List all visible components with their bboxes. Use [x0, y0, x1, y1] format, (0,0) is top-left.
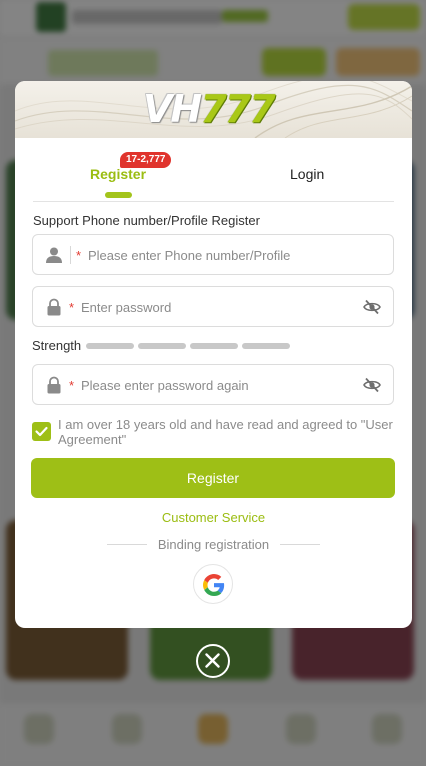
- divider-line: [280, 544, 320, 545]
- active-tab-indicator: [105, 192, 132, 198]
- tab-register[interactable]: Register: [90, 166, 146, 182]
- eye-off-icon[interactable]: [363, 298, 381, 316]
- phone-input[interactable]: [88, 245, 378, 265]
- vh777-logo: VH777: [143, 87, 276, 131]
- strength-segment: [242, 343, 290, 349]
- register-submit-button[interactable]: Register: [31, 458, 395, 498]
- password-field[interactable]: *: [32, 286, 394, 327]
- confirm-password-field[interactable]: *: [32, 364, 394, 405]
- strength-segment: [190, 343, 238, 349]
- password-strength-label: Strength: [32, 338, 82, 353]
- required-mark: *: [69, 378, 75, 393]
- required-mark: *: [69, 300, 75, 315]
- google-login-button[interactable]: [193, 564, 233, 604]
- check-icon: [35, 426, 48, 437]
- auth-tabs: Register 17-2,777 Login: [33, 138, 394, 202]
- close-modal-button[interactable]: [196, 644, 230, 678]
- strength-segment: [138, 343, 186, 349]
- input-divider: [70, 246, 71, 264]
- required-mark: *: [76, 248, 82, 263]
- binding-registration-label: Binding registration: [157, 537, 270, 552]
- customer-service-link[interactable]: Customer Service: [15, 510, 412, 525]
- google-icon: [203, 574, 225, 596]
- register-modal: VH777 Register 17-2,777 Login Support Ph…: [15, 81, 412, 628]
- tab-login[interactable]: Login: [290, 166, 324, 182]
- phone-field[interactable]: *: [32, 234, 394, 275]
- modal-banner: VH777: [15, 81, 412, 138]
- password-input[interactable]: [81, 297, 351, 317]
- strength-segment: [86, 343, 134, 349]
- close-icon: [205, 653, 220, 668]
- agreement-text[interactable]: I am over 18 years old and have read and…: [58, 417, 394, 447]
- eye-off-icon[interactable]: [363, 376, 381, 394]
- agreement-checkbox[interactable]: [32, 422, 51, 441]
- user-icon: [46, 247, 62, 263]
- lock-icon: [47, 376, 61, 394]
- register-bonus-badge: 17-2,777: [120, 152, 172, 168]
- phone-field-label: Support Phone number/Profile Register: [33, 213, 260, 228]
- confirm-password-input[interactable]: [81, 375, 351, 395]
- lock-icon: [47, 298, 61, 316]
